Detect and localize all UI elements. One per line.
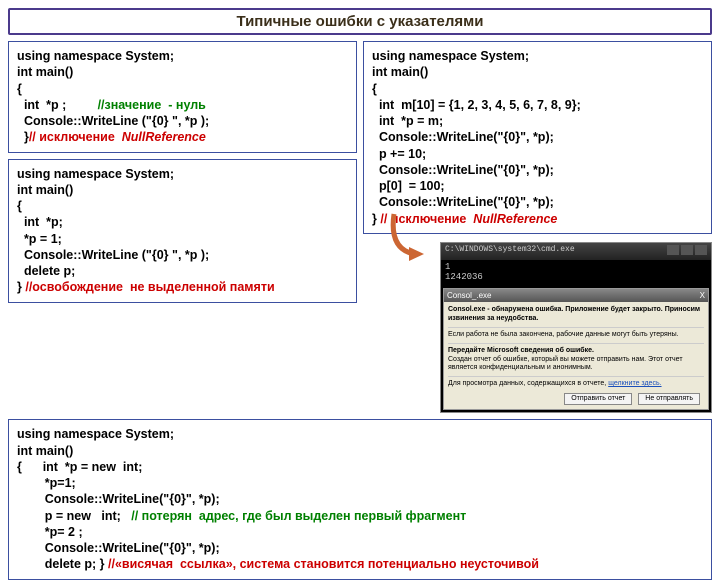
code-line: { bbox=[17, 199, 22, 213]
code-box-1: using namespace System; int main() { int… bbox=[8, 41, 357, 153]
code-comment: //значение - нуль bbox=[98, 98, 206, 112]
console-line: 1 bbox=[445, 262, 450, 272]
columns: using namespace System; int main() { int… bbox=[8, 41, 712, 413]
code-error: // исключение bbox=[29, 130, 122, 144]
code-box-2: using namespace System; int main() { int… bbox=[8, 159, 357, 303]
dialog-titlebar: Consol_.exe X bbox=[444, 289, 708, 303]
code-line: using namespace System; bbox=[372, 49, 529, 63]
code-line: Console::WriteLine("{0}", *p); bbox=[372, 163, 554, 177]
window-buttons bbox=[665, 245, 707, 258]
code-error-name: NullReference bbox=[473, 212, 557, 226]
code-line: int *p ; bbox=[17, 98, 98, 112]
code-line: } bbox=[17, 130, 29, 144]
code-line: { int *p = new int; bbox=[17, 460, 142, 474]
code-line: using namespace System; bbox=[17, 427, 174, 441]
dialog-section: Передайте Microsoft сведения об ошибке. … bbox=[448, 343, 704, 372]
code-comment: // потерян адрес, где был выделен первый… bbox=[131, 509, 466, 523]
code-line: Console::WriteLine("{0}", *p); bbox=[372, 130, 554, 144]
code-line: p += 10; bbox=[372, 147, 426, 161]
code-line: Console::WriteLine("{0}", *p); bbox=[372, 195, 554, 209]
code-line: int *p = m; bbox=[372, 114, 443, 128]
code-line: delete p; bbox=[17, 264, 75, 278]
send-button: Отправить отчет bbox=[564, 393, 632, 405]
dialog-section: Для просмотра данных, содержащихся в отч… bbox=[448, 376, 704, 388]
window-titlebar: C:\WINDOWS\system32\cmd.exe bbox=[441, 243, 711, 260]
error-dialog: Consol_.exe X Consol.exe - обнаружена оши… bbox=[443, 288, 709, 411]
code-line: int main() bbox=[17, 444, 73, 458]
dialog-heading: Consol.exe - обнаружена ошибка. Приложен… bbox=[448, 306, 700, 321]
dialog-title: Consol_.exe bbox=[447, 291, 491, 301]
code-line: Console::WriteLine ("{0} ", *p ); bbox=[17, 114, 209, 128]
dont-send-button: Не отправлять bbox=[638, 393, 700, 405]
page-title: Типичные ошибки с указателями bbox=[8, 8, 712, 35]
code-line: *p=1; bbox=[17, 476, 76, 490]
console-screenshot: C:\WINDOWS\system32\cmd.exe 1 1242036 Co… bbox=[440, 242, 712, 414]
code-line: Console::WriteLine("{0}", *p); bbox=[17, 541, 220, 555]
code-line: p = new int; bbox=[17, 509, 131, 523]
code-line: { bbox=[17, 82, 22, 96]
code-error: //освобождение не выделенной памяти bbox=[25, 280, 274, 294]
console-output: 1 1242036 bbox=[441, 260, 711, 286]
code-line: { bbox=[372, 82, 377, 96]
code-line: int *p; bbox=[17, 215, 63, 229]
code-line: *p= 2 ; bbox=[17, 525, 83, 539]
dialog-text: Создан отчет об ошибке, который вы может… bbox=[448, 356, 683, 371]
left-column: using namespace System; int main() { int… bbox=[8, 41, 357, 413]
window-title: C:\WINDOWS\system32\cmd.exe bbox=[445, 245, 575, 258]
code-line: int main() bbox=[17, 65, 73, 79]
console-line: 1242036 bbox=[445, 272, 483, 282]
close-icon: X bbox=[700, 291, 705, 301]
dialog-link: щелкните здесь. bbox=[608, 380, 661, 387]
dialog-section: Если работа не была закончена, рабочие д… bbox=[448, 327, 704, 339]
code-line: using namespace System; bbox=[17, 49, 174, 63]
code-line: int main() bbox=[372, 65, 428, 79]
code-line: Console::WriteLine("{0}", *p); bbox=[17, 492, 220, 506]
code-line: int main() bbox=[17, 183, 73, 197]
arrow-icon bbox=[384, 209, 434, 273]
code-line: *p = 1; bbox=[17, 232, 62, 246]
code-line: int m[10] = {1, 2, 3, 4, 5, 6, 7, 8, 9}; bbox=[372, 98, 581, 112]
code-line: using namespace System; bbox=[17, 167, 174, 181]
dialog-subheading: Передайте Microsoft сведения об ошибке. bbox=[448, 347, 594, 354]
right-column: using namespace System; int main() { int… bbox=[363, 41, 712, 413]
code-error-name: NullReference bbox=[122, 130, 206, 144]
code-box-3: using namespace System; int main() { int… bbox=[363, 41, 712, 234]
dialog-text: Для просмотра данных, содержащихся в отч… bbox=[448, 380, 608, 387]
code-line: delete p; } bbox=[17, 557, 108, 571]
code-line: Console::WriteLine ("{0} ", *p ); bbox=[17, 248, 209, 262]
code-error: //«висячая ссылка», система становится п… bbox=[108, 557, 539, 571]
code-line: p[0] = 100; bbox=[372, 179, 445, 193]
code-box-4: using namespace System; int main() { int… bbox=[8, 419, 712, 579]
